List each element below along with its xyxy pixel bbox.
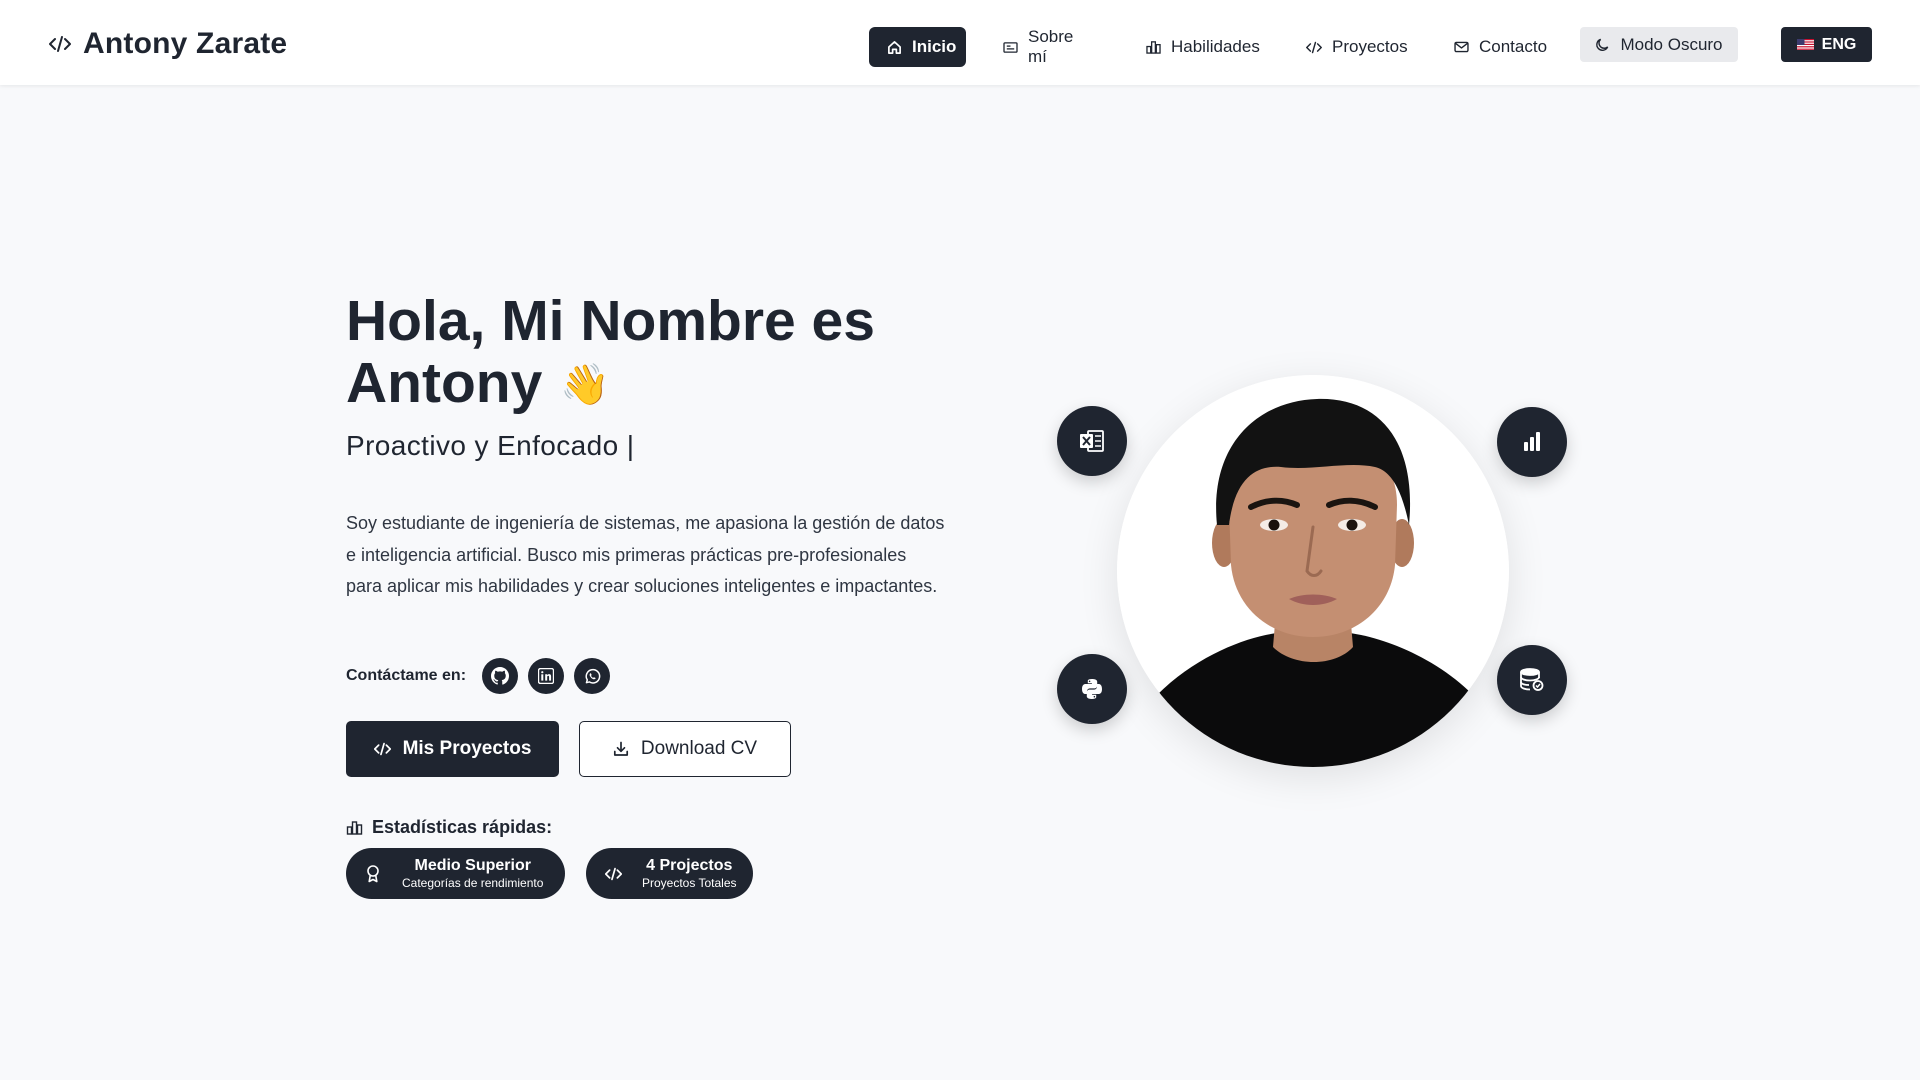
nav-label: Sobre mí <box>1028 27 1074 66</box>
download-cv-label: Download CV <box>640 738 758 759</box>
hero-subtitle: Proactivo y Enfocado | <box>346 430 635 461</box>
download-icon <box>613 741 629 757</box>
quick-stats-title: Estadísticas rápidas: <box>346 817 552 838</box>
nav-label: Contacto <box>1479 37 1548 56</box>
python-icon <box>1080 677 1104 701</box>
stat-text: Medio Superior Categorías de rendimiento <box>402 856 543 891</box>
python-skill-badge <box>1057 654 1127 724</box>
excel-skill-badge <box>1057 406 1127 476</box>
code-icon <box>1306 41 1322 54</box>
profile-photo <box>1117 375 1509 767</box>
linkedin-link[interactable] <box>528 658 565 694</box>
stat-caption: Proyectos Totales <box>642 876 737 890</box>
nav-label: Habilidades <box>1171 37 1260 56</box>
mail-icon <box>1454 41 1469 53</box>
wave-emoji-icon: 👋 <box>560 363 611 407</box>
nav-item-proyectos[interactable]: Proyectos <box>1288 27 1426 67</box>
hero-title-line2: Antony <box>346 351 543 415</box>
id-card-icon <box>1003 41 1018 54</box>
language-button[interactable]: ENG <box>1781 27 1872 62</box>
bar-chart-icon <box>346 820 363 835</box>
top-navbar: Antony Zarate Inicio Sobre mí Habilidade… <box>0 0 1920 85</box>
excel-icon <box>1078 428 1106 454</box>
my-projects-label: Mis Proyectos <box>402 738 532 759</box>
stat-value: Medio Superior <box>414 857 531 874</box>
avatar <box>1117 375 1509 767</box>
nav-item-inicio[interactable]: Inicio <box>869 27 966 67</box>
brand-name: Antony Zarate <box>83 27 288 60</box>
github-icon <box>491 667 510 685</box>
stat-caption: Categorías de rendimiento <box>402 876 544 890</box>
stat-value: 4 Projectos <box>646 857 733 874</box>
hero-title: Hola, Mi Nombre es Antony 👋 <box>346 290 986 416</box>
dark-mode-toggle[interactable]: Modo Oscuro <box>1580 27 1738 62</box>
hero-title-line1: Hola, Mi Nombre es <box>346 289 875 353</box>
nav-item-habilidades[interactable]: Habilidades <box>1128 27 1278 67</box>
nav-item-sobre-mi[interactable]: Sobre mí <box>985 27 1091 67</box>
download-cv-button[interactable]: Download CV <box>579 721 791 777</box>
nav-label: Proyectos <box>1332 37 1408 56</box>
power-bi-icon <box>1520 430 1544 454</box>
home-icon <box>887 40 902 55</box>
award-icon <box>362 864 384 883</box>
stat-performance: Medio Superior Categorías de rendimiento <box>346 848 565 899</box>
contact-label: Contáctame en: <box>346 667 467 684</box>
bar-chart-icon <box>1146 40 1161 54</box>
moon-icon <box>1595 37 1610 52</box>
language-label: ENG <box>1821 35 1857 53</box>
stat-projects: 4 Projectos Proyectos Totales <box>586 848 753 899</box>
linkedin-icon <box>538 668 555 684</box>
code-icon <box>49 35 71 53</box>
code-icon <box>373 742 391 756</box>
database-skill-badge <box>1497 645 1567 715</box>
whatsapp-icon <box>584 668 601 685</box>
brand[interactable]: Antony Zarate <box>49 27 287 61</box>
whatsapp-link[interactable] <box>574 658 611 694</box>
database-icon <box>1518 667 1546 693</box>
contact-row: Contáctame en: <box>346 658 620 694</box>
nav-label: Inicio <box>912 37 957 56</box>
power-bi-skill-badge <box>1497 407 1567 477</box>
my-projects-button[interactable]: Mis Proyectos <box>346 721 559 777</box>
nav-item-contacto[interactable]: Contacto <box>1436 27 1565 67</box>
github-link[interactable] <box>482 658 519 694</box>
hero-description: Soy estudiante de ingeniería de sistemas… <box>346 513 945 596</box>
quick-stats-label: Estadísticas rápidas: <box>372 817 553 837</box>
code-icon <box>602 867 624 881</box>
us-flag-icon <box>1796 39 1814 50</box>
dark-mode-label: Modo Oscuro <box>1620 34 1723 54</box>
stat-text: 4 Projectos Proyectos Totales <box>642 856 737 891</box>
